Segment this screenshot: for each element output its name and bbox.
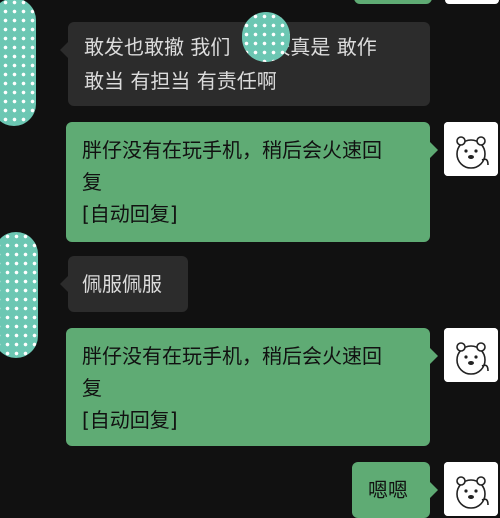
- previous-outgoing-bubble[interactable]: [354, 0, 432, 4]
- bear-icon: [444, 122, 498, 176]
- message-text-line: 胖仔没有在玩手机，稍后会火速回: [82, 138, 382, 162]
- outgoing-message-bubble[interactable]: 胖仔没有在玩手机，稍后会火速回 复 [自动回复]: [66, 122, 438, 242]
- contact-avatar-icon[interactable]: [0, 232, 38, 358]
- chat-window: 敢发也敢撤 我们 大校真是 敢作 敢当 有担当 有责任啊 胖仔没有在玩手机，稍后会…: [0, 0, 500, 518]
- contact-avatar-icon[interactable]: [0, 0, 36, 126]
- message-text-line: [自动回复]: [82, 408, 178, 432]
- previous-my-avatar[interactable]: [445, 0, 499, 4]
- message-text-part: 敢发也敢撤 我们: [84, 35, 231, 59]
- outgoing-message-bubble[interactable]: 嗯嗯: [352, 462, 438, 518]
- message-text-line: 复: [82, 376, 102, 400]
- message-text-line: 复: [82, 170, 102, 194]
- sticker-overlay: [242, 12, 290, 62]
- message-text-line: 嗯嗯: [368, 478, 408, 502]
- outgoing-message-bubble[interactable]: 胖仔没有在玩手机，稍后会火速回 复 [自动回复]: [66, 328, 438, 446]
- incoming-message-bubble[interactable]: 佩服佩服: [60, 256, 188, 312]
- message-text-line: 佩服佩服: [82, 272, 162, 296]
- bear-avatar-icon[interactable]: [444, 122, 498, 176]
- bear-avatar-icon[interactable]: [444, 328, 498, 382]
- message-text-line: 胖仔没有在玩手机，稍后会火速回: [82, 344, 382, 368]
- bear-icon: [444, 462, 498, 516]
- message-text-line: [自动回复]: [82, 202, 178, 226]
- bear-avatar-icon[interactable]: [444, 462, 498, 516]
- message-text-line: 敢当 有担当 有责任啊: [84, 69, 277, 93]
- bear-icon: [444, 328, 498, 382]
